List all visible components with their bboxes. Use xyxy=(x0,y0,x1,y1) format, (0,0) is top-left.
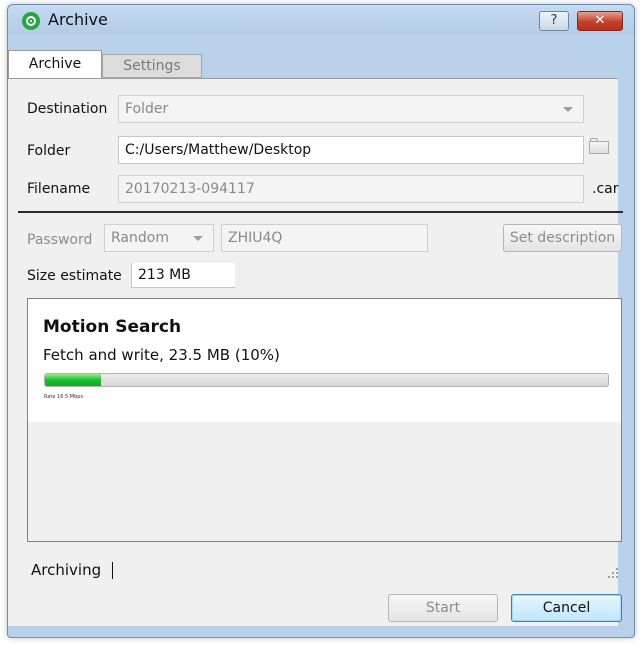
size-estimate-value: 213 MB xyxy=(131,263,235,288)
eye-icon xyxy=(22,12,40,30)
set-description-button[interactable]: Set description xyxy=(503,224,622,252)
folder-label: Folder xyxy=(27,143,71,159)
folder-icon[interactable] xyxy=(589,138,609,154)
resize-grip-icon[interactable] xyxy=(606,566,618,578)
password-mode-value: Random xyxy=(111,230,169,246)
tab-settings[interactable]: Settings xyxy=(102,54,202,78)
task-item: Motion Search Fetch and write, 23.5 MB (… xyxy=(28,299,621,422)
help-button[interactable]: ? xyxy=(539,11,569,31)
task-rate: Rate 16.5 Mbps xyxy=(44,394,84,400)
destination-select[interactable]: Folder xyxy=(118,95,584,123)
chevron-down-icon xyxy=(563,107,573,112)
folder-input[interactable]: C:/Users/Matthew/Desktop xyxy=(118,136,584,164)
text-caret xyxy=(112,562,113,579)
task-progress-bar xyxy=(44,373,609,387)
task-list: Motion Search Fetch and write, 23.5 MB (… xyxy=(27,298,622,542)
password-label: Password xyxy=(27,232,93,248)
window-title: Archive xyxy=(48,10,108,29)
password-mode-select[interactable]: Random xyxy=(104,224,214,252)
separator-line xyxy=(18,211,623,213)
password-input[interactable]: ZHIU4Q xyxy=(221,224,428,252)
task-status: Fetch and write, 23.5 MB (10%) xyxy=(43,346,280,364)
destination-value: Folder xyxy=(125,101,169,117)
status-text: Archiving xyxy=(31,561,102,579)
size-estimate-label: Size estimate xyxy=(27,268,122,284)
chevron-down-icon xyxy=(193,236,203,241)
filename-extension: .car xyxy=(592,181,619,197)
cancel-button[interactable]: Cancel xyxy=(511,594,622,622)
start-button[interactable]: Start xyxy=(388,594,498,622)
filename-input[interactable]: 20170213-094117 xyxy=(118,175,584,203)
close-button[interactable]: ✕ xyxy=(577,11,623,31)
progress-fill xyxy=(45,374,102,386)
destination-label: Destination xyxy=(27,101,108,117)
filename-label: Filename xyxy=(27,181,91,197)
tab-archive[interactable]: Archive xyxy=(8,50,102,78)
task-title: Motion Search xyxy=(43,317,182,337)
title-bar[interactable]: Archive ? ✕ xyxy=(8,5,634,35)
